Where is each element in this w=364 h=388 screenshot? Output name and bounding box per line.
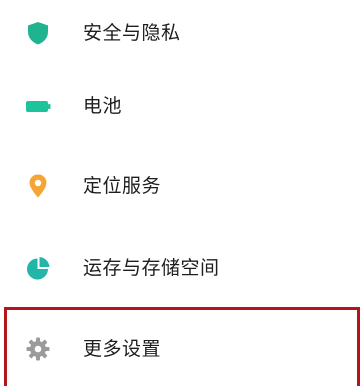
settings-item-battery[interactable]: 电池 [0, 67, 364, 145]
settings-item-more-settings[interactable]: 更多设置 [0, 310, 364, 388]
battery-icon [25, 93, 51, 119]
settings-item-label: 运存与存储空间 [83, 257, 220, 279]
settings-item-memory-storage[interactable]: 运存与存储空间 [0, 229, 364, 307]
settings-list: 安全与隐私 电池 定位服务 运存与存储空间 更多设置 [0, 0, 364, 386]
gear-icon [25, 336, 51, 362]
settings-item-security-privacy[interactable]: 安全与隐私 [0, 0, 364, 72]
settings-item-label: 安全与隐私 [83, 22, 181, 44]
settings-item-label: 更多设置 [83, 338, 162, 360]
settings-item-label: 定位服务 [83, 175, 162, 197]
storage-pie-icon [25, 255, 51, 281]
settings-item-location[interactable]: 定位服务 [0, 147, 364, 225]
shield-icon [25, 20, 51, 46]
settings-item-label: 电池 [83, 95, 123, 117]
location-pin-icon [25, 173, 51, 199]
